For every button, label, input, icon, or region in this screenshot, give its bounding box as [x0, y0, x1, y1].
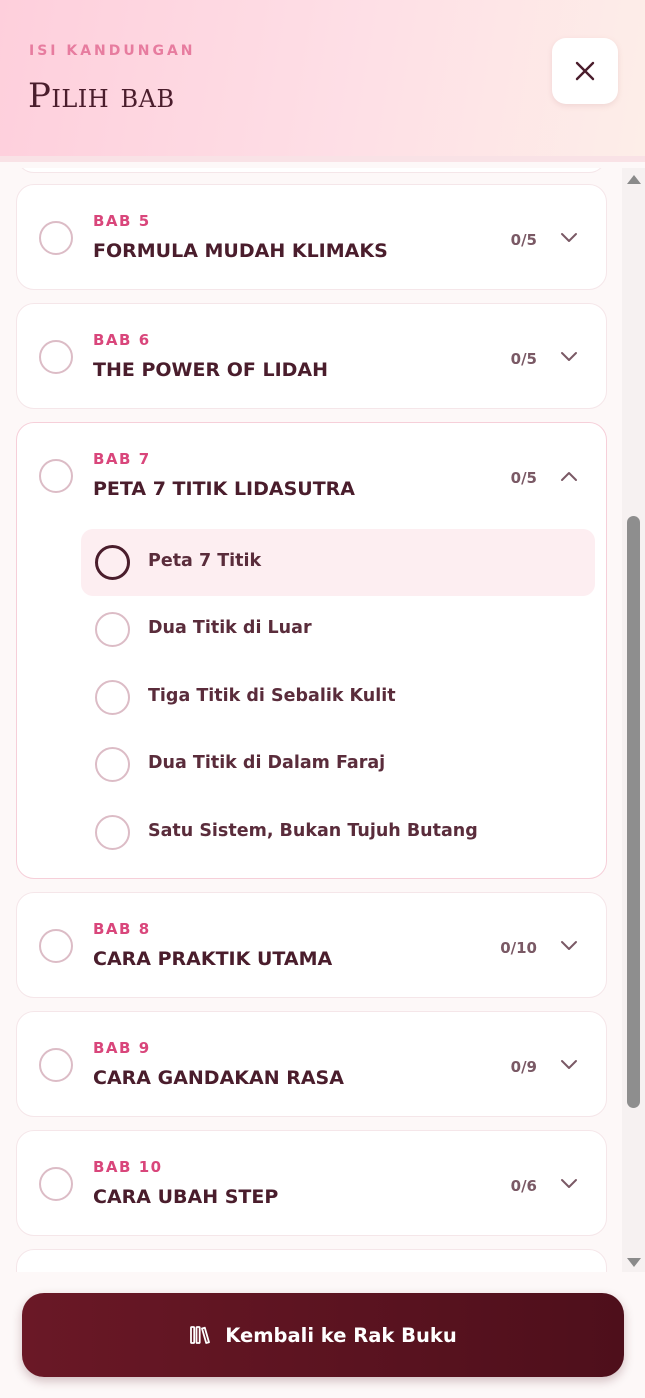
chapter-number: BAB 9 — [93, 1039, 151, 1057]
lesson-label: Peta 7 Titik — [148, 551, 262, 571]
chapter-status-radio[interactable] — [39, 340, 73, 374]
chapter-card-next[interactable] — [16, 1249, 607, 1272]
scrollbar-thumb[interactable] — [627, 516, 640, 1108]
back-to-bookshelf-button[interactable]: Kembali ke Rak Buku — [22, 1293, 624, 1377]
chapter-card[interactable]: BAB 5 FORMULA MUDAH KLIMAKS 0/5 — [16, 184, 607, 290]
chevron-down-icon[interactable] — [560, 232, 578, 244]
chapter-title: FORMULA MUDAH KLIMAKS — [93, 240, 388, 262]
chapter-number: BAB 5 — [93, 212, 151, 230]
lesson-label: Satu Sistem, Bukan Tujuh Butang — [148, 821, 478, 841]
chapter-title: CARA PRAKTIK UTAMA — [93, 948, 333, 970]
chapter-list[interactable]: BAB 5 FORMULA MUDAH KLIMAKS 0/5 BAB 6 TH… — [0, 168, 622, 1272]
chapter-progress: 0/5 — [510, 231, 537, 249]
chapter-progress: 0/9 — [510, 1058, 537, 1076]
chapter-card[interactable]: BAB 10 CARA UBAH STEP 0/6 — [16, 1130, 607, 1236]
chapter-title: PETA 7 TITIK LIDASUTRA — [93, 478, 356, 500]
lesson-status-radio[interactable] — [95, 545, 130, 580]
lesson-status-radio[interactable] — [95, 815, 130, 850]
chapter-title: THE POWER OF LIDAH — [93, 359, 329, 381]
chapter-card-previous[interactable] — [16, 168, 607, 173]
chapter-status-radio[interactable] — [39, 1167, 73, 1201]
lesson-status-radio[interactable] — [95, 680, 130, 715]
lesson-item-active[interactable]: Peta 7 Titik — [81, 529, 595, 596]
lesson-item[interactable]: Tiga Titik di Sebalik Kulit — [81, 664, 595, 731]
chevron-down-icon[interactable] — [560, 1178, 578, 1190]
chapter-number: BAB 10 — [93, 1158, 163, 1176]
chapter-card[interactable]: BAB 8 CARA PRAKTIK UTAMA 0/10 — [16, 892, 607, 998]
lesson-label: Dua Titik di Dalam Faraj — [148, 753, 386, 773]
lesson-item[interactable]: Satu Sistem, Bukan Tujuh Butang — [81, 799, 595, 866]
chapter-progress: 0/5 — [510, 469, 537, 487]
chapter-card[interactable]: BAB 9 CARA GANDAKAN RASA 0/9 — [16, 1011, 607, 1117]
chapter-status-radio[interactable] — [39, 221, 73, 255]
chapter-progress: 0/6 — [510, 1177, 537, 1195]
chapter-progress: 0/5 — [510, 350, 537, 368]
chapter-progress: 0/10 — [500, 939, 537, 957]
drawer-header: ISI KANDUNGAN Pilih bab — [0, 0, 645, 162]
lesson-label: Dua Titik di Luar — [148, 618, 312, 638]
chapter-status-radio[interactable] — [39, 929, 73, 963]
chapter-number: BAB 6 — [93, 331, 151, 349]
lesson-label: Tiga Titik di Sebalik Kulit — [148, 686, 396, 706]
chevron-down-icon[interactable] — [560, 1059, 578, 1071]
scroll-down-arrow-icon[interactable] — [627, 1258, 641, 1267]
lesson-item[interactable]: Dua Titik di Dalam Faraj — [81, 731, 595, 798]
chapter-card[interactable]: BAB 6 THE POWER OF LIDAH 0/5 — [16, 303, 607, 409]
lesson-status-radio[interactable] — [95, 747, 130, 782]
chapter-title: CARA GANDAKAN RASA — [93, 1067, 344, 1089]
chapter-number: BAB 7 — [93, 450, 151, 468]
chapter-number: BAB 8 — [93, 920, 151, 938]
chapter-status-radio[interactable] — [39, 1048, 73, 1082]
close-icon — [575, 61, 595, 81]
chapter-title: CARA UBAH STEP — [93, 1186, 279, 1208]
lesson-item[interactable]: Dua Titik di Luar — [81, 596, 595, 663]
chevron-up-icon[interactable] — [560, 470, 578, 482]
close-button[interactable] — [552, 38, 618, 104]
chevron-down-icon[interactable] — [560, 940, 578, 952]
chapter-card-expanded[interactable]: BAB 7 PETA 7 TITIK LIDASUTRA 0/5 Peta 7 … — [16, 422, 607, 879]
page-title: Pilih bab — [28, 76, 175, 116]
lesson-status-radio[interactable] — [95, 612, 130, 647]
scrollbar[interactable] — [622, 168, 645, 1272]
header-kicker: ISI KANDUNGAN — [29, 43, 196, 59]
chapter-status-radio[interactable] — [39, 459, 73, 493]
scroll-up-arrow-icon[interactable] — [627, 175, 641, 184]
chevron-down-icon[interactable] — [560, 351, 578, 363]
books-icon — [190, 1326, 211, 1344]
back-button-label: Kembali ke Rak Buku — [225, 1323, 457, 1347]
